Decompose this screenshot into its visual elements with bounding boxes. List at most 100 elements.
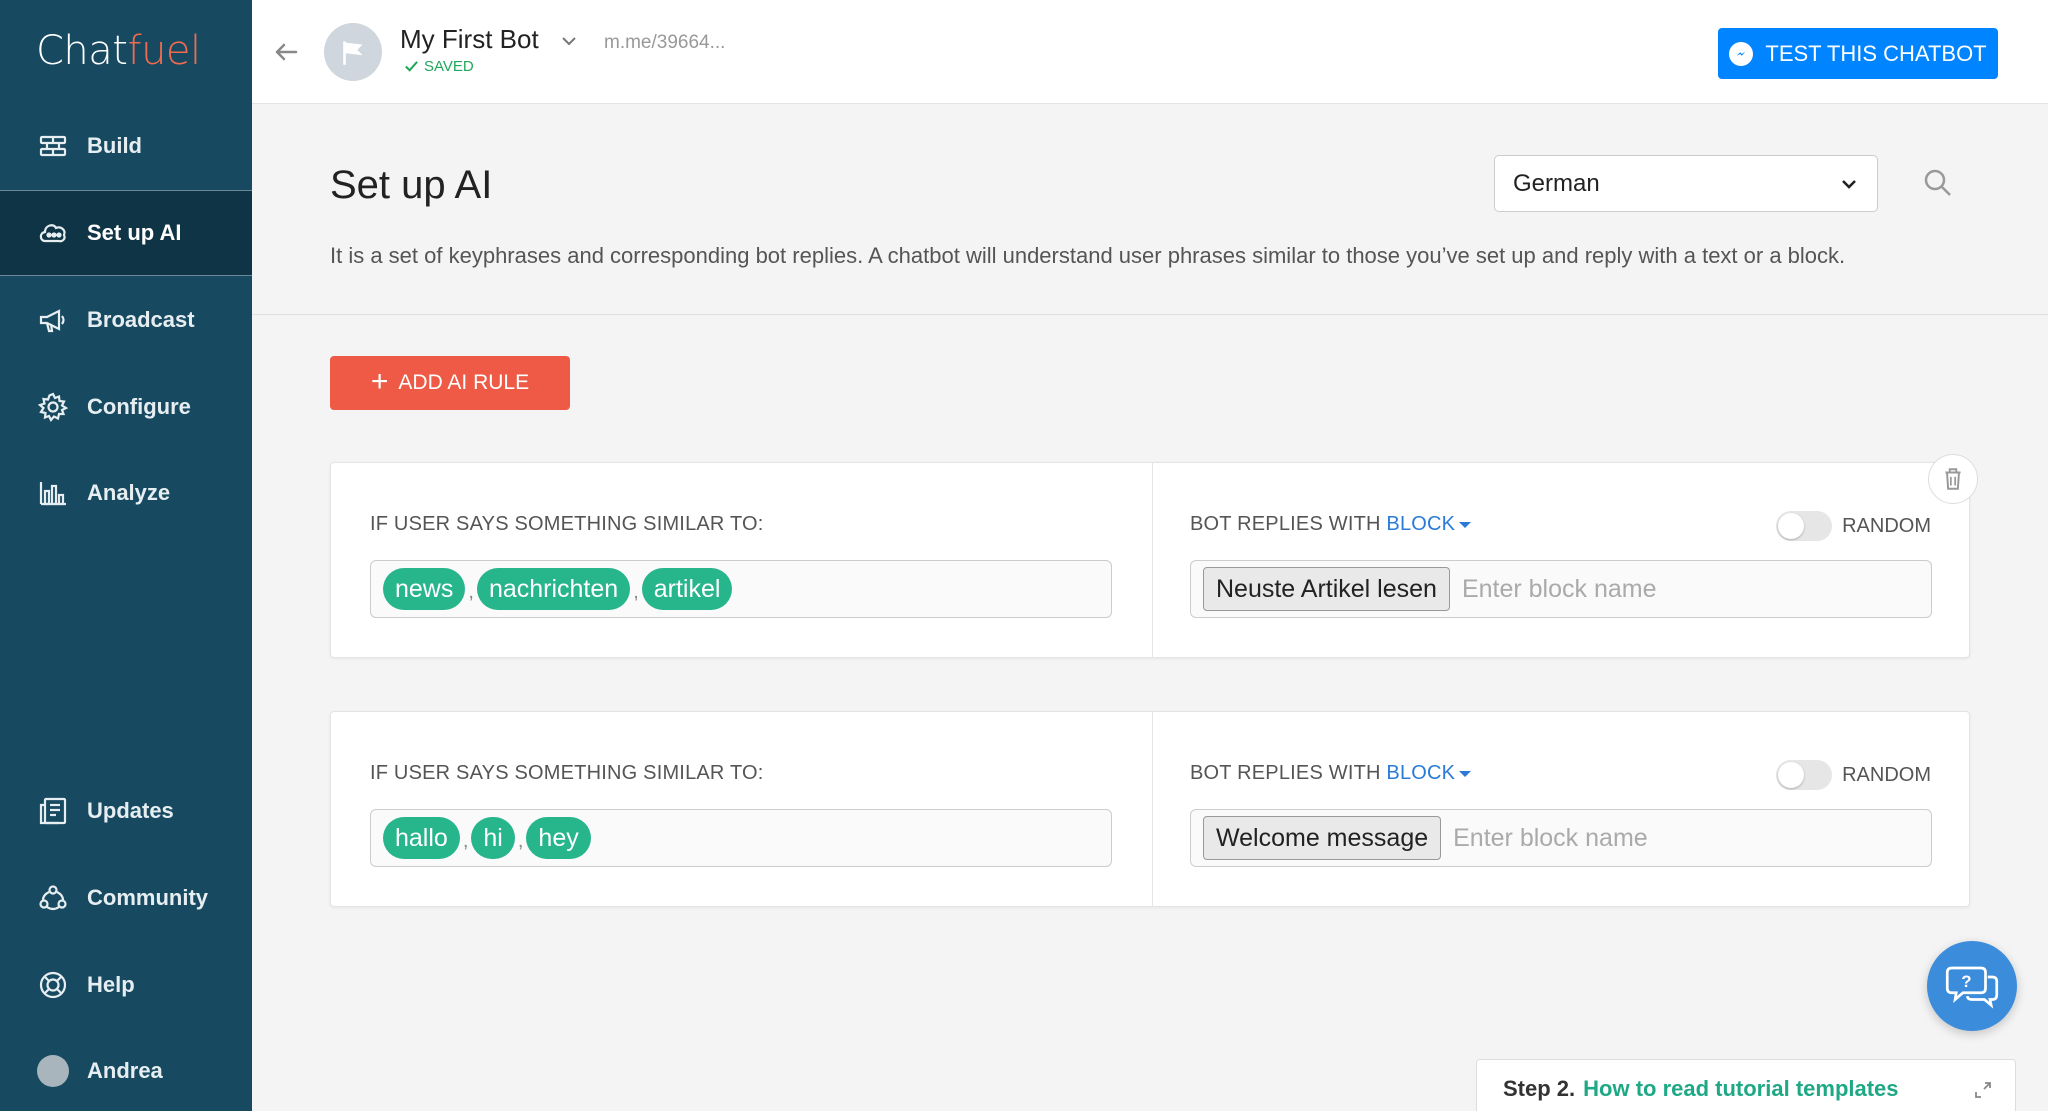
keyphrase-input[interactable]: news , nachrichten , artikel (370, 560, 1112, 618)
sidebar: Chatfuel Build Set up AI Broadcast Confi… (0, 0, 252, 1111)
updates-icon (36, 794, 70, 828)
sidebar-item-label: Andrea (87, 1058, 163, 1083)
community-icon (36, 881, 70, 915)
keyphrase-input[interactable]: hallo , hi , hey (370, 809, 1112, 867)
sidebar-item-label: Configure (87, 394, 191, 419)
back-arrow-icon[interactable] (270, 36, 302, 68)
reply-type-dropdown[interactable]: BLOCK (1386, 513, 1472, 535)
keyphrase-tag[interactable]: artikel (641, 568, 733, 610)
random-toggle-group: RANDOM (1776, 511, 1931, 541)
caret-down-icon (1459, 521, 1472, 528)
user-says-label: IF USER SAYS SOMETHING SIMILAR TO: (370, 513, 764, 535)
messenger-icon (1729, 41, 1754, 66)
keyphrase-tag[interactable]: nachrichten (476, 568, 631, 610)
trash-icon (1945, 468, 1961, 490)
ai-rule-card: IF USER SAYS SOMETHING SIMILAR TO: hallo… (330, 711, 1970, 907)
page-description: It is a set of keyphrases and correspond… (330, 243, 1846, 268)
lifebuoy-icon (36, 968, 70, 1002)
random-label: RANDOM (1842, 763, 1931, 786)
reply-type-label: BLOCK (1386, 762, 1456, 784)
bot-name[interactable]: My First Bot (400, 24, 539, 55)
page-title: Set up AI (330, 163, 493, 207)
rule-divider (1152, 712, 1153, 906)
block-chip[interactable]: Neuste Artikel lesen (1203, 567, 1450, 611)
language-select[interactable]: German (1494, 155, 1878, 212)
block-name-input[interactable] (1453, 823, 1854, 853)
sidebar-item-label: Analyze (87, 480, 171, 505)
rule-divider (1152, 463, 1153, 657)
sidebar-item-community[interactable]: Community (0, 855, 252, 941)
sidebar-item-label: Help (87, 972, 135, 997)
block-field[interactable]: Neuste Artikel lesen (1190, 560, 1932, 618)
reply-type-label: BLOCK (1386, 513, 1456, 535)
ai-rule-card: IF USER SAYS SOMETHING SIMILAR TO: news … (330, 462, 1970, 658)
sidebar-item-label: Updates (87, 798, 174, 823)
sidebar-item-broadcast[interactable]: Broadcast (0, 277, 252, 363)
random-toggle[interactable] (1776, 760, 1833, 790)
random-toggle[interactable] (1776, 511, 1833, 541)
bot-avatar[interactable] (324, 23, 382, 81)
keyphrase-tag[interactable]: news (383, 568, 466, 610)
saved-status: SAVED (404, 58, 474, 75)
delete-rule-button[interactable] (1928, 454, 1978, 504)
chat-question-icon: ? (1945, 966, 1999, 1009)
help-chat-button[interactable]: ? (1927, 941, 2017, 1031)
block-field[interactable]: Welcome message (1190, 809, 1932, 867)
sidebar-item-analyze[interactable]: Analyze (0, 450, 252, 536)
tag-separator: , (517, 829, 524, 852)
sidebar-item-help[interactable]: Help (0, 942, 252, 1028)
keyphrase-tag[interactable]: hey (526, 817, 591, 859)
sidebar-item-account[interactable]: Andrea (0, 1028, 252, 1111)
bot-url[interactable]: m.me/39664... (604, 32, 725, 54)
test-chatbot-label: TEST THIS CHATBOT (1765, 40, 1987, 66)
sidebar-item-setup-ai[interactable]: Set up AI (0, 190, 252, 276)
block-name-input[interactable] (1461, 574, 1862, 604)
plus-icon: + (370, 364, 389, 398)
build-icon (36, 129, 70, 163)
keyphrase-tag[interactable]: hallo (383, 817, 460, 859)
megaphone-icon (36, 303, 70, 337)
block-chip[interactable]: Welcome message (1203, 816, 1442, 860)
top-bar: My First Bot m.me/39664... SAVED TEST TH… (252, 0, 2048, 104)
sidebar-item-configure[interactable]: Configure (0, 364, 252, 450)
random-label: RANDOM (1842, 514, 1931, 537)
avatar (36, 1054, 70, 1088)
tag-separator: , (462, 829, 469, 852)
chevron-down-icon (1842, 180, 1856, 189)
test-chatbot-button[interactable]: TEST THIS CHATBOT (1718, 28, 1998, 79)
svg-text:?: ? (1961, 972, 1971, 991)
bot-replies-text: BOT REPLIES WITH (1190, 762, 1381, 784)
caret-down-icon (1459, 770, 1472, 777)
tutorial-link[interactable]: How to read tutorial templates (1583, 1076, 1898, 1102)
tutorial-banner[interactable]: Step 2. How to read tutorial templates (1476, 1059, 2016, 1111)
sidebar-item-label: Set up AI (87, 220, 182, 245)
sidebar-item-label: Broadcast (87, 307, 195, 332)
gear-icon (36, 390, 70, 424)
random-toggle-group: RANDOM (1776, 760, 1931, 790)
keyphrase-tag[interactable]: hi (471, 817, 515, 859)
expand-icon[interactable] (1973, 1080, 1993, 1100)
tag-separator: , (633, 580, 639, 603)
sidebar-item-build[interactable]: Build (0, 103, 252, 189)
flag-icon (343, 41, 363, 65)
logo-text-chat: Chat (36, 28, 128, 74)
search-icon[interactable] (1922, 167, 1954, 199)
ai-icon (36, 216, 70, 250)
tutorial-step: Step 2. (1503, 1076, 1576, 1101)
saved-label: SAVED (424, 58, 474, 75)
bot-replies-label: BOT REPLIES WITH BLOCK (1190, 762, 1472, 785)
chatfuel-logo[interactable]: Chatfuel (36, 28, 201, 74)
reply-type-dropdown[interactable]: BLOCK (1386, 762, 1472, 784)
add-ai-rule-label: ADD AI RULE (398, 371, 530, 394)
tag-separator: , (468, 580, 474, 603)
logo-text-fuel: fuel (127, 28, 201, 74)
sidebar-item-updates[interactable]: Updates (0, 768, 252, 854)
language-select-value: German (1513, 169, 1600, 197)
check-icon (405, 61, 418, 72)
user-says-label: IF USER SAYS SOMETHING SIMILAR TO: (370, 762, 764, 784)
sidebar-item-label: Community (87, 885, 208, 910)
bot-replies-text: BOT REPLIES WITH (1190, 513, 1381, 535)
add-ai-rule-button[interactable]: + ADD AI RULE (330, 356, 570, 410)
chevron-down-icon[interactable] (558, 30, 580, 52)
sidebar-item-label: Build (87, 133, 142, 158)
